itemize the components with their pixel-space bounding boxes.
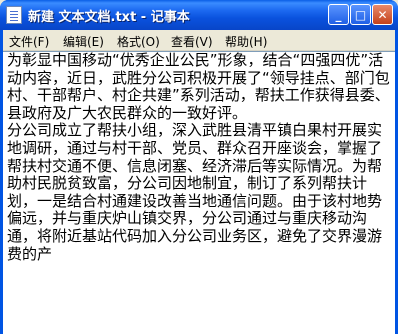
maximize-button[interactable]: □ [350, 4, 371, 25]
menu-file[interactable]: 文件(F) [9, 33, 49, 50]
window-body: 文件(F) 编辑(E) 格式(O) 查看(V) 帮助(H) 为彰显中国移动“优秀… [3, 30, 395, 334]
window-title: 新建 文本文档.txt - 记事本 [28, 10, 190, 25]
close-icon: ✕ [377, 7, 388, 22]
menu-edit[interactable]: 编辑(E) [63, 33, 104, 50]
menu-bar: 文件(F) 编辑(E) 格式(O) 查看(V) 帮助(H) [3, 30, 395, 51]
maximize-icon: □ [354, 7, 367, 22]
title-bar[interactable]: 新建 文本文档.txt - 记事本 _ □ ✕ [0, 0, 398, 30]
document-text[interactable]: 为彰显中国移动“优秀企业公民”形象，结合“四强四优”活动内容，近日，武胜分公司积… [7, 51, 391, 263]
notepad-icon[interactable] [6, 6, 22, 24]
menu-help[interactable]: 帮助(H) [225, 33, 267, 50]
menu-format[interactable]: 格式(O) [117, 33, 160, 50]
close-button[interactable]: ✕ [372, 4, 393, 25]
text-editor[interactable]: 为彰显中国移动“优秀企业公民”形象，结合“四强四优”活动内容，近日，武胜分公司积… [3, 51, 395, 334]
menu-view[interactable]: 查看(V) [171, 33, 213, 50]
minimize-icon: _ [335, 7, 342, 22]
minimize-button[interactable]: _ [328, 4, 349, 25]
notepad-window: 新建 文本文档.txt - 记事本 _ □ ✕ 文件(F) 编辑(E) 格式(O… [0, 0, 398, 334]
